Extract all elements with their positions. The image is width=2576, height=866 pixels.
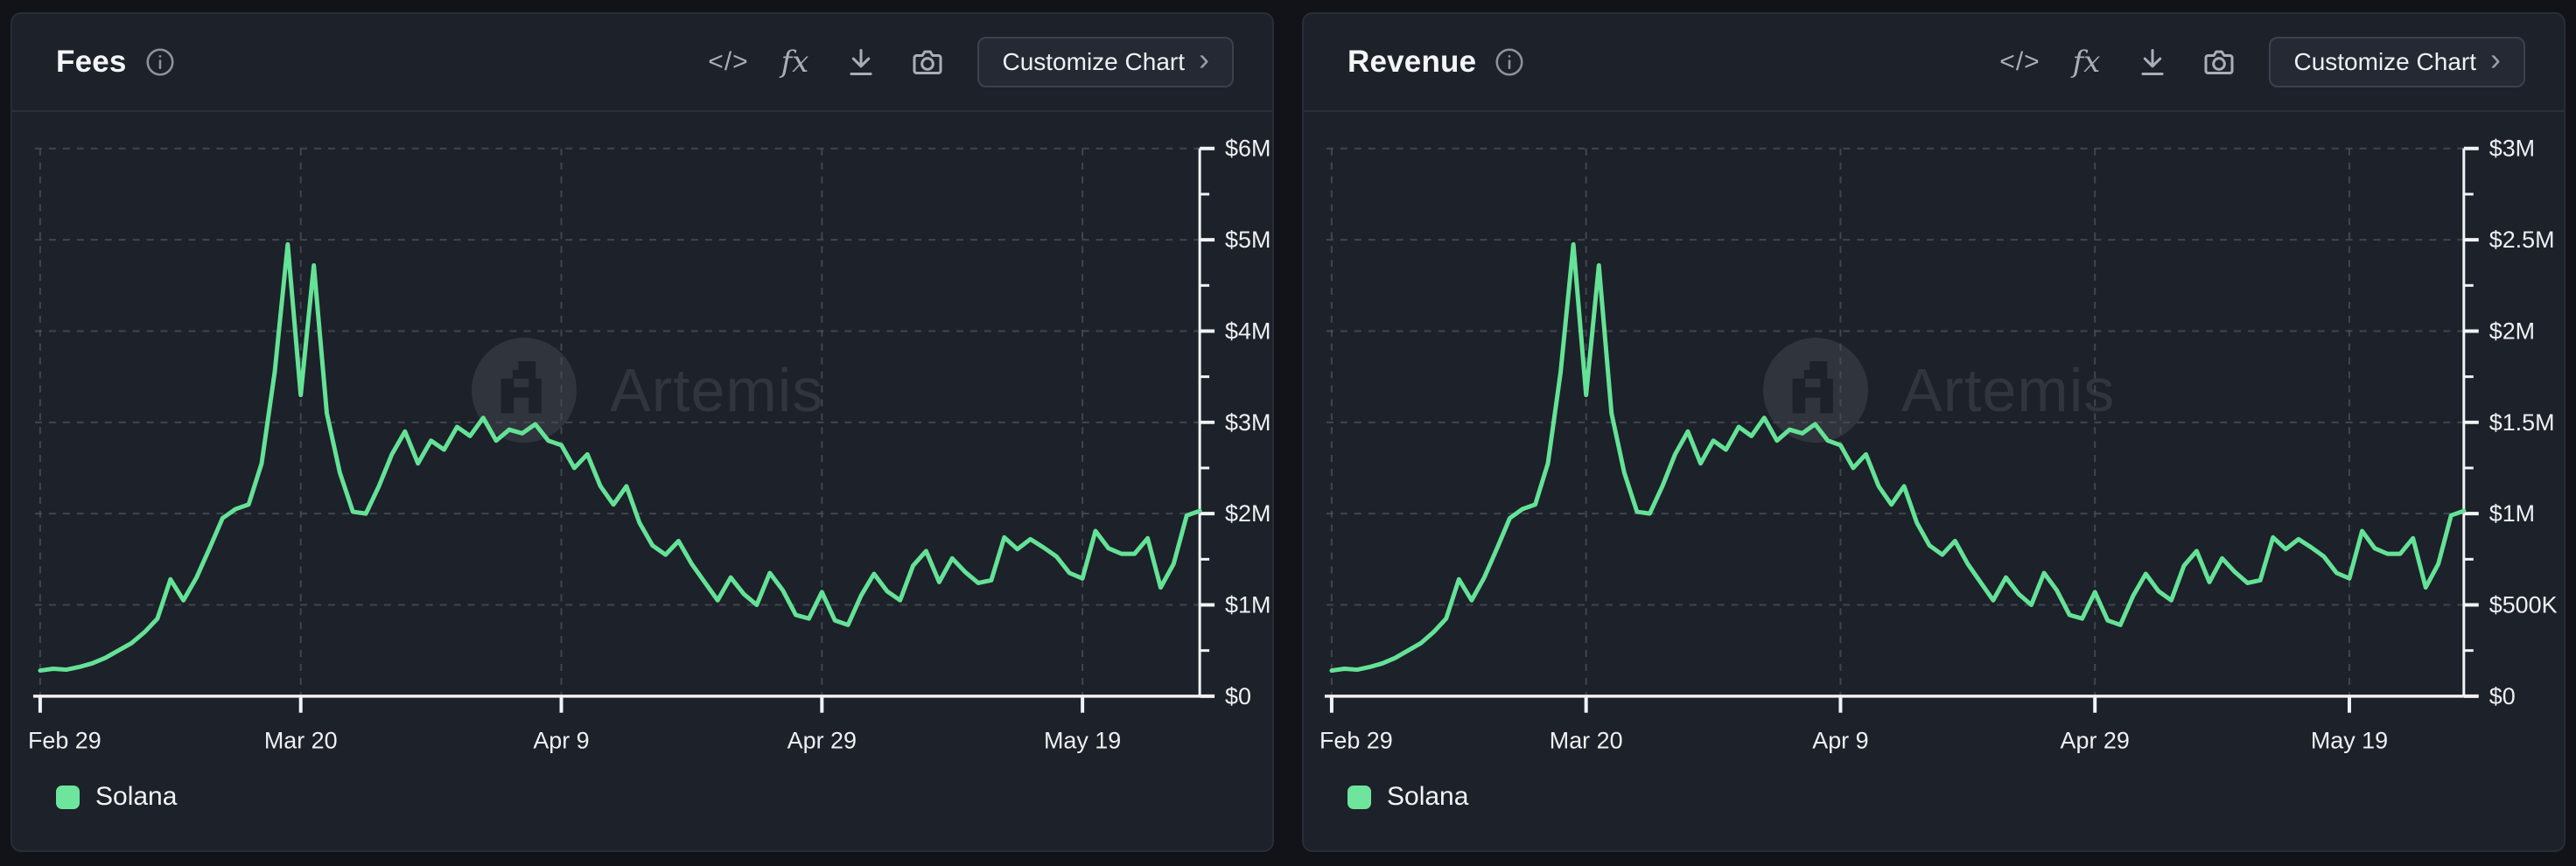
- code-icon: </>: [1999, 47, 2040, 77]
- download-button[interactable]: [2125, 35, 2180, 89]
- camera-icon: [910, 45, 945, 80]
- svg-text:Apr 29: Apr 29: [788, 728, 857, 754]
- svg-text:$3M: $3M: [1225, 409, 1270, 436]
- code-icon: </>: [708, 47, 748, 77]
- fees-panel: Fees </> fx: [10, 12, 1274, 852]
- svg-text:Mar 20: Mar 20: [264, 728, 338, 754]
- info-icon[interactable]: [1494, 46, 1525, 78]
- svg-text:Apr 29: Apr 29: [2061, 728, 2130, 754]
- svg-text:Feb 29: Feb 29: [1320, 728, 1393, 754]
- info-icon[interactable]: [144, 46, 176, 78]
- svg-text:$4M: $4M: [1225, 318, 1270, 344]
- download-icon: [2136, 45, 2169, 79]
- embed-code-button[interactable]: </>: [1992, 35, 2047, 89]
- revenue-legend[interactable]: Solana: [1348, 782, 1468, 812]
- fees-toolbar: </> fx Customize Chart: [701, 35, 1234, 89]
- formula-button[interactable]: fx: [2059, 35, 2113, 89]
- page-title-fees: Fees: [56, 45, 127, 80]
- screenshot-button[interactable]: [900, 35, 955, 89]
- download-icon: [844, 45, 878, 79]
- chevron-right-icon: ›: [1199, 59, 1209, 65]
- svg-text:$6M: $6M: [1225, 136, 1270, 162]
- svg-text:$5M: $5M: [1225, 227, 1270, 253]
- formula-button[interactable]: fx: [767, 35, 822, 89]
- dashboard-page: Fees </> fx: [0, 0, 2576, 866]
- screenshot-button[interactable]: [2192, 35, 2246, 89]
- svg-text:$2M: $2M: [1225, 500, 1270, 527]
- legend-swatch-solana: [1348, 786, 1371, 809]
- customize-chart-label: Customize Chart: [1002, 48, 1185, 76]
- customize-chart-button[interactable]: Customize Chart ›: [977, 37, 1234, 87]
- revenue-toolbar: </> fx Customize Chart: [1992, 35, 2525, 89]
- legend-label-solana: Solana: [1387, 782, 1468, 812]
- fees-legend[interactable]: Solana: [56, 782, 177, 812]
- customize-chart-label: Customize Chart: [2293, 48, 2476, 76]
- svg-text:$1.5M: $1.5M: [2489, 409, 2555, 436]
- chevron-right-icon: ›: [2490, 59, 2501, 65]
- svg-text:$2M: $2M: [2489, 318, 2535, 344]
- svg-text:Apr 9: Apr 9: [1812, 728, 1868, 754]
- svg-text:May 19: May 19: [1044, 728, 1121, 754]
- svg-text:Feb 29: Feb 29: [28, 728, 102, 754]
- svg-text:$500K: $500K: [2489, 591, 2558, 618]
- revenue-chart[interactable]: Feb 29 Mar 20 Apr 9 Apr 29 May 19 $0 $500K $1M $…: [1304, 112, 2564, 850]
- fees-chart-area: Artemis Feb 29Mar 20Apr 9Apr 29May 19$0$…: [12, 112, 1272, 850]
- fx-icon: fx: [2073, 45, 2101, 80]
- revenue-panel: Revenue </> fx: [1302, 12, 2566, 852]
- svg-text:$1M: $1M: [1225, 591, 1270, 618]
- revenue-chart-area: Artemis Feb 29Mar 20Apr 9Apr 29May 19$0$…: [1304, 112, 2564, 850]
- revenue-panel-header: Revenue </> fx: [1304, 14, 2564, 112]
- fees-chart[interactable]: Feb 29 Mar 20 Apr 9 Apr 29 May 19 $0 $1M $2M $3M…: [12, 112, 1272, 850]
- svg-text:$3M: $3M: [2489, 136, 2535, 162]
- download-button[interactable]: [834, 35, 888, 89]
- svg-text:Mar 20: Mar 20: [1550, 728, 1623, 754]
- camera-icon: [2202, 45, 2236, 80]
- svg-text:May 19: May 19: [2311, 728, 2388, 754]
- fees-panel-header: Fees </> fx: [12, 14, 1272, 112]
- embed-code-button[interactable]: </>: [701, 35, 755, 89]
- legend-swatch-solana: [56, 786, 80, 809]
- svg-text:$2.5M: $2.5M: [2489, 227, 2555, 253]
- legend-label-solana: Solana: [95, 782, 177, 812]
- fx-icon: fx: [781, 45, 809, 80]
- customize-chart-button[interactable]: Customize Chart ›: [2269, 37, 2525, 87]
- page-title-revenue: Revenue: [1348, 45, 1476, 80]
- svg-text:$0: $0: [1225, 683, 1251, 709]
- svg-text:Apr 9: Apr 9: [533, 728, 589, 754]
- svg-text:$1M: $1M: [2489, 500, 2535, 527]
- svg-text:$0: $0: [2489, 683, 2516, 709]
